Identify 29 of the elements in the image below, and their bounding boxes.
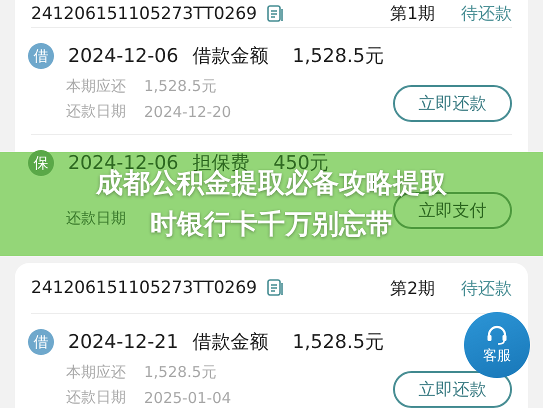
entry-date: 2024-12-21 xyxy=(68,331,178,353)
status-label: 待还款 xyxy=(461,278,512,300)
entry-label: 借款金额 xyxy=(192,330,268,355)
detail-value: 1,528.5元 xyxy=(144,77,216,96)
detail-label: 还款日期 xyxy=(66,102,126,121)
detail-label: 还款日期 xyxy=(66,209,126,228)
detail-label: 本期应还 xyxy=(66,363,126,382)
period-label: 第1期 xyxy=(390,3,435,25)
copy-icon[interactable] xyxy=(266,4,283,22)
entry-amount: 1,528.5元 xyxy=(292,330,384,355)
type-badge: 借 xyxy=(28,43,54,69)
headset-icon xyxy=(486,325,508,345)
period-label: 第2期 xyxy=(390,278,435,300)
headline-text: 时银行卡千万别忘带 xyxy=(150,208,393,242)
entry-date: 2024-12-06 xyxy=(68,45,178,67)
copy-icon[interactable] xyxy=(266,279,283,297)
detail-value: 1,528.5元 xyxy=(144,363,216,382)
detail-value: 2024-12-20 xyxy=(144,102,232,120)
detail-label: 本期应还 xyxy=(66,77,126,96)
status-label: 待还款 xyxy=(461,3,512,25)
order-number: 241206151105273TT0269 xyxy=(31,4,257,24)
entry-amount: 1,528.5元 xyxy=(292,44,384,69)
pay-button[interactable]: 立即还款 xyxy=(393,85,512,122)
pay-button[interactable]: 立即还款 xyxy=(393,371,512,408)
detail-label: 还款日期 xyxy=(66,388,126,407)
order-number: 241206151105273TT0269 xyxy=(31,278,257,298)
type-badge: 借 xyxy=(28,329,54,355)
entry-label: 借款金额 xyxy=(192,44,268,69)
detail-value: 2025-01-04 xyxy=(144,388,232,406)
